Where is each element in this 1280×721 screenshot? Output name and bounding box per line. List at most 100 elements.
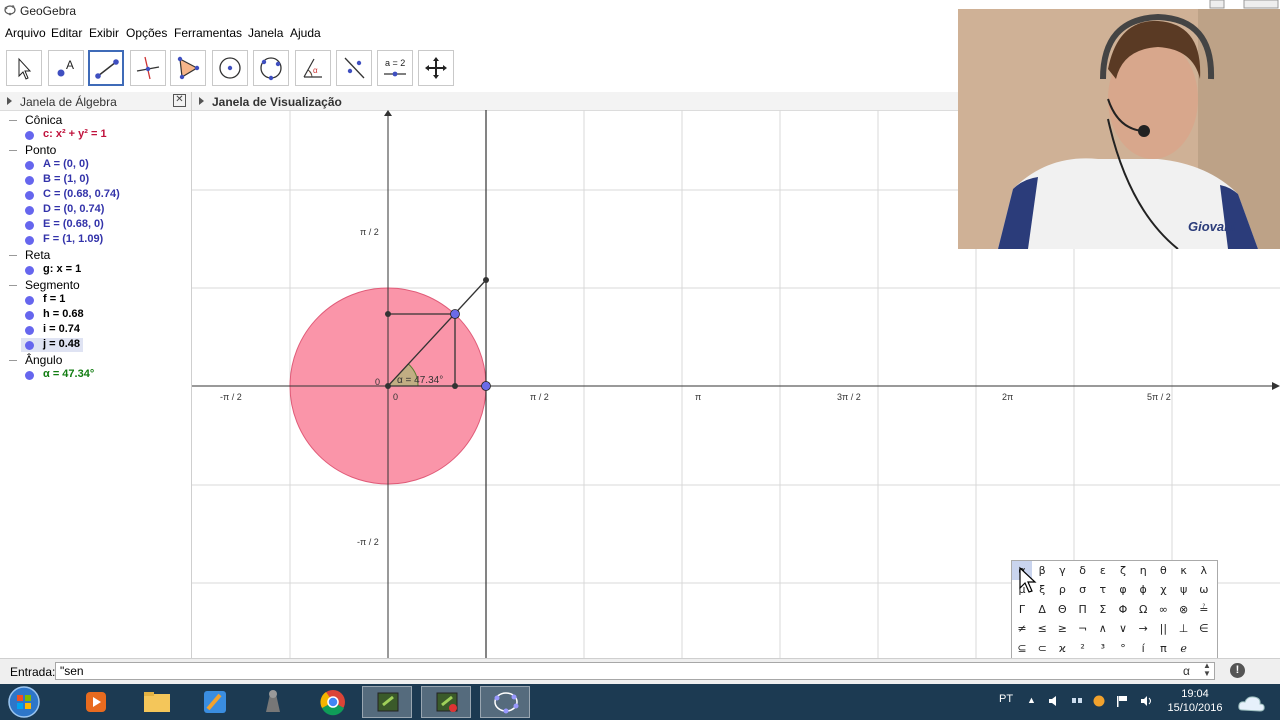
- taskbar-app[interactable]: [248, 686, 298, 718]
- symbol-cell[interactable]: θ: [1153, 561, 1173, 580]
- symbol-cell[interactable]: Π: [1073, 600, 1093, 619]
- symbol-cell[interactable]: ℯ: [1174, 639, 1194, 658]
- symbol-cell[interactable]: ρ: [1052, 580, 1072, 599]
- close-button[interactable]: [1243, 0, 1279, 9]
- point-D[interactable]: [385, 311, 391, 317]
- close-icon[interactable]: ✕: [173, 94, 186, 107]
- symbol-cell[interactable]: τ: [1093, 580, 1113, 599]
- symbol-cell[interactable]: φ: [1113, 580, 1133, 599]
- weather-icon[interactable]: [1236, 690, 1268, 714]
- category-segmento[interactable]: Segmento: [25, 278, 80, 292]
- symbol-cell[interactable]: ²: [1073, 639, 1093, 658]
- tray-expand-icon[interactable]: ▲: [1027, 695, 1039, 707]
- point-C[interactable]: [450, 309, 460, 319]
- point-F[interactable]: [483, 277, 489, 283]
- symbol-cell[interactable]: χ: [1153, 580, 1173, 599]
- windows-start-icon[interactable]: [6, 685, 42, 719]
- category-angulo[interactable]: Ângulo: [25, 353, 62, 367]
- category-conica[interactable]: Cônica: [25, 113, 62, 127]
- visibility-toggle[interactable]: [25, 206, 34, 215]
- symbol-cell[interactable]: γ: [1052, 561, 1072, 580]
- symbol-cell[interactable]: í: [1133, 639, 1153, 658]
- symbol-cell[interactable]: ≥: [1052, 619, 1072, 638]
- object-h[interactable]: h = 0.68: [43, 308, 84, 320]
- object-D[interactable]: D = (0, 0.74): [43, 203, 104, 215]
- symbol-cell[interactable]: ⊆: [1012, 639, 1032, 658]
- angle-tool-button[interactable]: α: [295, 50, 331, 86]
- symbol-cell[interactable]: Φ: [1113, 600, 1133, 619]
- symbol-cell[interactable]: ¬: [1073, 619, 1093, 638]
- circle-center-point-tool-button[interactable]: [212, 50, 248, 86]
- visibility-toggle[interactable]: [25, 371, 34, 380]
- symbol-cell[interactable]: °: [1113, 639, 1133, 658]
- taskbar-media-player[interactable]: [70, 686, 120, 718]
- symbol-table-button[interactable]: α: [1183, 664, 1190, 678]
- symbol-cell[interactable]: ∞: [1153, 600, 1173, 619]
- language-indicator[interactable]: PT: [999, 693, 1013, 705]
- point-A[interactable]: [385, 383, 391, 389]
- panel-toggle-icon[interactable]: [199, 97, 204, 105]
- symbol-cell[interactable]: →: [1133, 619, 1153, 638]
- visibility-toggle[interactable]: [25, 191, 34, 200]
- taskbar-paint[interactable]: [190, 686, 240, 718]
- visibility-toggle[interactable]: [25, 161, 34, 170]
- symbol-cell[interactable]: Θ: [1052, 600, 1072, 619]
- slider-tool-button[interactable]: a = 2: [377, 50, 413, 86]
- clock[interactable]: 19:04 15/10/2016: [1165, 687, 1225, 715]
- object-C[interactable]: C = (0.68, 0.74): [43, 188, 120, 200]
- perpendicular-tool-button[interactable]: [130, 50, 166, 86]
- symbol-cell[interactable]: ε: [1093, 561, 1113, 580]
- flag-icon[interactable]: [1116, 695, 1128, 707]
- visibility-toggle[interactable]: [25, 296, 34, 305]
- symbol-cell[interactable]: σ: [1073, 580, 1093, 599]
- symbol-cell[interactable]: ⊂: [1032, 639, 1052, 658]
- object-alpha[interactable]: α = 47.34°: [43, 368, 94, 380]
- symbol-cell[interactable]: δ: [1073, 561, 1093, 580]
- symbol-cell[interactable]: ≟: [1194, 600, 1214, 619]
- taskbar-geogebra[interactable]: [480, 686, 530, 718]
- visibility-toggle[interactable]: [25, 341, 34, 350]
- visibility-toggle[interactable]: [25, 131, 34, 140]
- menu-editar[interactable]: Editar: [51, 26, 82, 40]
- visibility-toggle[interactable]: [25, 326, 34, 335]
- taskbar-camtasia[interactable]: [362, 686, 412, 718]
- visibility-toggle[interactable]: [25, 221, 34, 230]
- point-tool-button[interactable]: A: [48, 50, 84, 86]
- speaker-icon[interactable]: [1140, 695, 1152, 707]
- menu-opcoes[interactable]: Opções: [126, 26, 167, 40]
- symbol-cell[interactable]: Ω: [1133, 600, 1153, 619]
- symbol-cell[interactable]: Γ: [1012, 600, 1032, 619]
- symbol-cell[interactable]: ∨: [1113, 619, 1133, 638]
- object-A[interactable]: A = (0, 0): [43, 158, 89, 170]
- history-spinner-icon[interactable]: ▲ ▼: [1203, 662, 1211, 678]
- symbol-cell[interactable]: π: [1153, 639, 1173, 658]
- volume-icon[interactable]: [1048, 695, 1060, 707]
- object-j[interactable]: j = 0.48: [43, 338, 80, 350]
- object-B[interactable]: B = (1, 0): [43, 173, 89, 185]
- input-help-icon[interactable]: !: [1230, 663, 1245, 678]
- symbol-cell[interactable]: Σ: [1093, 600, 1113, 619]
- symbol-cell[interactable]: ϕ: [1133, 580, 1153, 599]
- taskbar-chrome[interactable]: [308, 686, 358, 718]
- taskbar-explorer[interactable]: [132, 686, 182, 718]
- visibility-toggle[interactable]: [25, 311, 34, 320]
- menu-janela[interactable]: Janela: [248, 26, 283, 40]
- maximize-button[interactable]: [1209, 0, 1225, 9]
- symbol-cell[interactable]: ω: [1194, 580, 1214, 599]
- symbol-cell[interactable]: ζ: [1113, 561, 1133, 580]
- reflect-tool-button[interactable]: [336, 50, 372, 86]
- symbol-cell[interactable]: ||: [1153, 619, 1173, 638]
- visibility-toggle[interactable]: [25, 236, 34, 245]
- input-field[interactable]: [55, 662, 1215, 680]
- segment-tool-button[interactable]: [88, 50, 124, 86]
- panel-toggle-icon[interactable]: [7, 97, 12, 105]
- symbol-cell[interactable]: ≤: [1032, 619, 1052, 638]
- object-F[interactable]: F = (1, 1.09): [43, 233, 103, 245]
- point-B[interactable]: [481, 381, 491, 391]
- object-g[interactable]: g: x = 1: [43, 263, 81, 275]
- move-tool-button[interactable]: [6, 50, 42, 86]
- move-graphics-view-tool-button[interactable]: [418, 50, 454, 86]
- visibility-toggle[interactable]: [25, 176, 34, 185]
- polygon-tool-button[interactable]: [170, 50, 206, 86]
- symbol-cell[interactable]: ∈: [1194, 619, 1214, 638]
